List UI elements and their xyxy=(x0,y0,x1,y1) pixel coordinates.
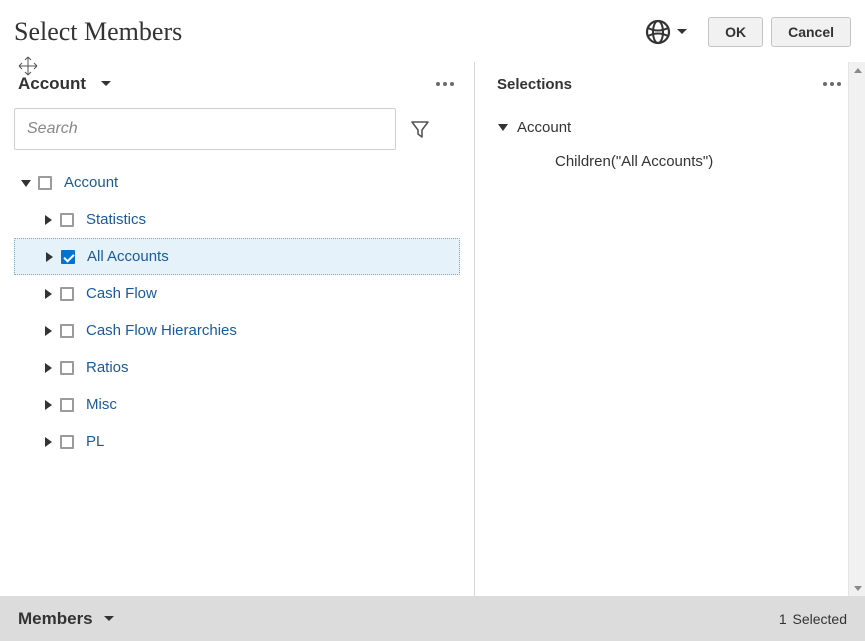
expand-icon[interactable] xyxy=(42,214,54,226)
tree-row[interactable]: All Accounts xyxy=(14,238,460,275)
chevron-down-icon xyxy=(100,80,112,88)
selections-overflow-menu[interactable] xyxy=(817,76,847,92)
selection-count-number: 1 xyxy=(779,611,787,627)
dimension-selector[interactable]: Account xyxy=(14,68,292,100)
expand-icon[interactable] xyxy=(43,251,55,263)
checkbox[interactable] xyxy=(60,287,74,301)
checkbox[interactable] xyxy=(60,361,74,375)
selections-header: Selections xyxy=(497,76,572,93)
vertical-scrollbar[interactable] xyxy=(848,62,865,596)
expand-icon[interactable] xyxy=(42,436,54,448)
checkbox[interactable] xyxy=(60,435,74,449)
help-menu[interactable] xyxy=(644,18,688,46)
tree-row[interactable]: Ratios xyxy=(14,349,460,386)
tree-row[interactable]: Cash Flow Hierarchies xyxy=(14,312,460,349)
footer-mode-selector[interactable]: Members xyxy=(18,609,115,629)
footer-mode-label: Members xyxy=(18,609,93,629)
tree-label[interactable]: Misc xyxy=(86,396,117,413)
scroll-down-icon[interactable] xyxy=(849,579,865,596)
tree-row[interactable]: Statistics xyxy=(14,201,460,238)
tree-row[interactable]: Misc xyxy=(14,386,460,423)
members-overflow-menu[interactable] xyxy=(430,76,460,92)
search-input[interactable] xyxy=(14,108,396,150)
collapse-icon[interactable] xyxy=(20,177,32,189)
selection-item-label: Children("All Accounts") xyxy=(555,153,713,170)
checkbox[interactable] xyxy=(60,324,74,338)
checkbox[interactable] xyxy=(60,398,74,412)
tree-label[interactable]: Ratios xyxy=(86,359,129,376)
dimension-label: Account xyxy=(18,74,86,94)
tree-label[interactable]: Cash Flow xyxy=(86,285,157,302)
members-pane: Account xyxy=(0,62,474,596)
chevron-down-icon xyxy=(103,615,115,623)
dialog-header: Select Members xyxy=(0,0,865,62)
cancel-button[interactable]: Cancel xyxy=(771,17,851,47)
member-tree: Account Statistics All Accounts Cash Flow C… xyxy=(14,164,460,460)
tree-label[interactable]: Account xyxy=(64,174,118,191)
ok-button[interactable]: OK xyxy=(708,17,763,47)
selection-count: 1 Selected xyxy=(779,611,847,627)
help-icon xyxy=(644,18,672,46)
checkbox[interactable] xyxy=(38,176,52,190)
selection-item[interactable]: Children("All Accounts") xyxy=(497,144,847,178)
chevron-down-icon xyxy=(676,28,688,36)
tree-label[interactable]: Cash Flow Hierarchies xyxy=(86,322,237,339)
tree-label[interactable]: Statistics xyxy=(86,211,146,228)
checkbox[interactable] xyxy=(60,213,74,227)
expand-icon[interactable] xyxy=(42,288,54,300)
tree-row[interactable]: Cash Flow xyxy=(14,275,460,312)
tree-label[interactable]: All Accounts xyxy=(87,248,169,265)
selection-root[interactable]: Account xyxy=(497,110,847,144)
scroll-up-icon[interactable] xyxy=(849,62,865,79)
selection-root-label: Account xyxy=(517,119,571,136)
tree-row-root[interactable]: Account xyxy=(14,164,460,201)
selections-pane: Selections Account Children("All Account… xyxy=(474,62,865,596)
main-area: Account xyxy=(0,62,865,596)
filter-icon[interactable] xyxy=(410,119,430,139)
expand-icon[interactable] xyxy=(42,399,54,411)
selection-count-label: Selected xyxy=(793,611,847,627)
tree-row[interactable]: PL xyxy=(14,423,460,460)
footer: Members 1 Selected xyxy=(0,596,865,641)
dialog-title: Select Members xyxy=(14,17,182,47)
collapse-icon[interactable] xyxy=(497,121,509,133)
expand-icon[interactable] xyxy=(42,325,54,337)
tree-label[interactable]: PL xyxy=(86,433,104,450)
checkbox[interactable] xyxy=(61,250,75,264)
expand-icon[interactable] xyxy=(42,362,54,374)
